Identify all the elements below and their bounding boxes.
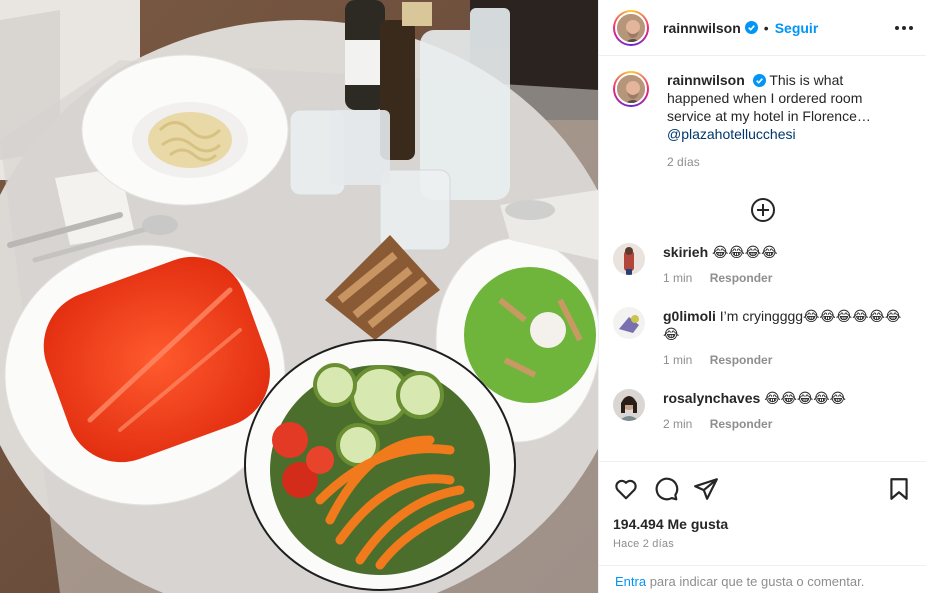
reply-button[interactable]: Responder (710, 417, 773, 431)
commenter-avatar[interactable] (613, 307, 645, 339)
login-text: para indicar que te gusta o comentar. (649, 574, 865, 589)
more-icon[interactable] (892, 16, 916, 40)
login-link[interactable]: Entra (615, 574, 646, 589)
caption-username[interactable]: rainnwilson (667, 72, 745, 88)
login-prompt: Entra para indicar que te gusta o coment… (599, 565, 926, 593)
caption-avatar[interactable] (613, 71, 649, 107)
post-date[interactable]: Hace 2 días (613, 538, 912, 550)
author-avatar[interactable] (613, 9, 649, 46)
comment-item: skirieh 😂😂😂😂 1 min Responder (613, 243, 912, 287)
heart-icon[interactable] (613, 476, 639, 502)
post-image (0, 0, 598, 593)
add-comments-icon[interactable] (750, 197, 776, 223)
comment-time[interactable]: 1 min (663, 353, 692, 367)
reply-button[interactable]: Responder (710, 353, 773, 367)
caption-mention[interactable]: @plazahotellucchesi (667, 126, 796, 142)
comment-text: 😂😂😂😂😂 (764, 390, 846, 406)
comments-section: rainnwilson This is what happened when I… (599, 57, 926, 460)
author-username[interactable]: rainnwilson (663, 20, 741, 36)
likes-count[interactable]: 194.494 Me gusta (613, 516, 912, 532)
post-actions: 194.494 Me gusta Hace 2 días (599, 461, 926, 550)
verified-icon (752, 74, 766, 87)
verified-icon (744, 21, 758, 34)
comment-username[interactable]: rosalynchaves (663, 390, 760, 406)
post-caption: rainnwilson This is what happened when I… (613, 71, 912, 171)
share-icon[interactable] (693, 476, 719, 502)
comment-item: g0limoli I’m cryingggg😂😂😂😂😂😂😂 1 min Resp… (613, 307, 912, 369)
save-icon[interactable] (886, 476, 912, 502)
comment-username[interactable]: g0limoli (663, 308, 716, 324)
comment-text: 😂😂😂😂 (712, 244, 778, 260)
comment-username[interactable]: skirieh (663, 244, 708, 260)
commenter-avatar[interactable] (613, 389, 645, 421)
comment-time[interactable]: 2 min (663, 417, 692, 431)
comment-time[interactable]: 1 min (663, 271, 692, 285)
follow-button[interactable]: Seguir (775, 20, 819, 36)
commenter-avatar[interactable] (613, 243, 645, 275)
header-separator: • (763, 19, 769, 36)
post-header: rainnwilson • Seguir (599, 0, 926, 56)
load-more-comments (613, 197, 912, 223)
reply-button[interactable]: Responder (710, 271, 773, 285)
post-sidebar: rainnwilson • Seguir rainnwilson This is… (598, 0, 926, 593)
caption-body: rainnwilson This is what happened when I… (667, 71, 907, 171)
comment-icon[interactable] (653, 476, 679, 502)
caption-time[interactable]: 2 días (667, 153, 907, 171)
comment-item: rosalynchaves 😂😂😂😂😂 2 min Responder (613, 389, 912, 433)
post-photo[interactable] (0, 0, 598, 593)
